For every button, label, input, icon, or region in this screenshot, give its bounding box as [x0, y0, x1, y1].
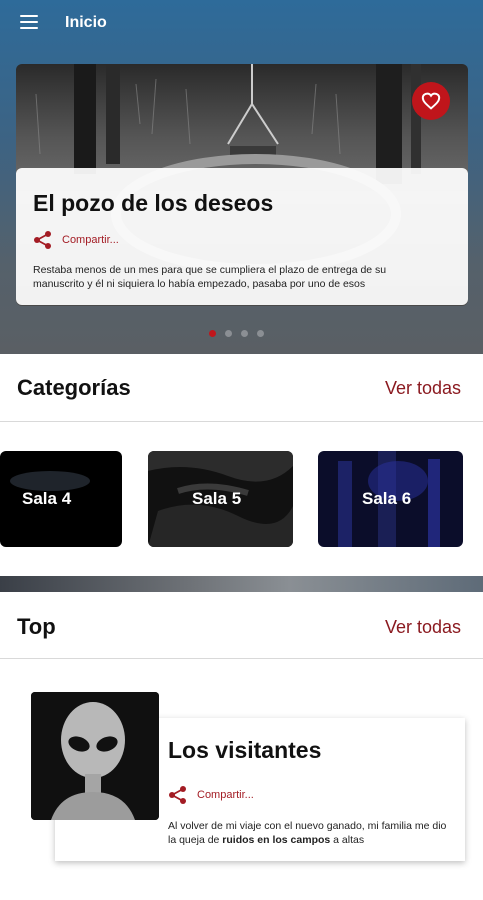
- story-excerpt: Restaba menos de un mes para que se cump…: [33, 264, 387, 290]
- featured-story-card[interactable]: El pozo de los deseos Compartir... Resta…: [16, 168, 468, 305]
- top-see-all-link[interactable]: Ver todas: [385, 617, 461, 638]
- story-title: El pozo de los deseos: [33, 190, 274, 216]
- top-story-title: Los visitantes: [168, 737, 322, 763]
- alien-image[interactable]: [31, 692, 159, 820]
- category-label: Sala 5: [192, 489, 242, 508]
- divider: [0, 658, 483, 659]
- carousel-dot[interactable]: [209, 330, 216, 337]
- carousel-dot[interactable]: [257, 330, 264, 337]
- share-button[interactable]: Compartir...: [168, 785, 254, 805]
- favorite-button[interactable]: [412, 82, 450, 120]
- carousel-indicator: [209, 330, 264, 337]
- excerpt-text: a altas: [330, 834, 365, 846]
- categories-see-all-link[interactable]: Ver todas: [385, 378, 461, 399]
- page-title: Inicio: [65, 14, 107, 31]
- share-icon: [34, 231, 51, 249]
- category-label: Sala 4: [22, 489, 72, 508]
- carousel-dot[interactable]: [241, 330, 248, 337]
- hamburger-menu-icon[interactable]: [20, 15, 38, 29]
- section-separator-band: [0, 576, 483, 592]
- app-bar: Inicio: [0, 0, 483, 48]
- carousel-dot[interactable]: [225, 330, 232, 337]
- share-label: Compartir...: [197, 789, 254, 801]
- category-tile-sala-4[interactable]: Sala 4: [0, 451, 122, 547]
- divider: [0, 421, 483, 422]
- share-icon: [169, 786, 186, 804]
- categories-title: Categorías: [17, 375, 131, 400]
- category-tile-sala-5[interactable]: Sala 5: [148, 451, 293, 547]
- category-label: Sala 6: [362, 489, 412, 508]
- share-button[interactable]: Compartir...: [33, 230, 119, 250]
- top-story-excerpt: Al volver de mi viaje con el nuevo ganad…: [168, 819, 453, 847]
- heart-icon: [421, 92, 441, 110]
- category-tile-sala-6[interactable]: Sala 6: [318, 451, 463, 547]
- top-title: Top: [17, 614, 56, 639]
- excerpt-highlight: ruidos en los campos: [222, 834, 331, 846]
- share-label: Compartir...: [62, 234, 119, 246]
